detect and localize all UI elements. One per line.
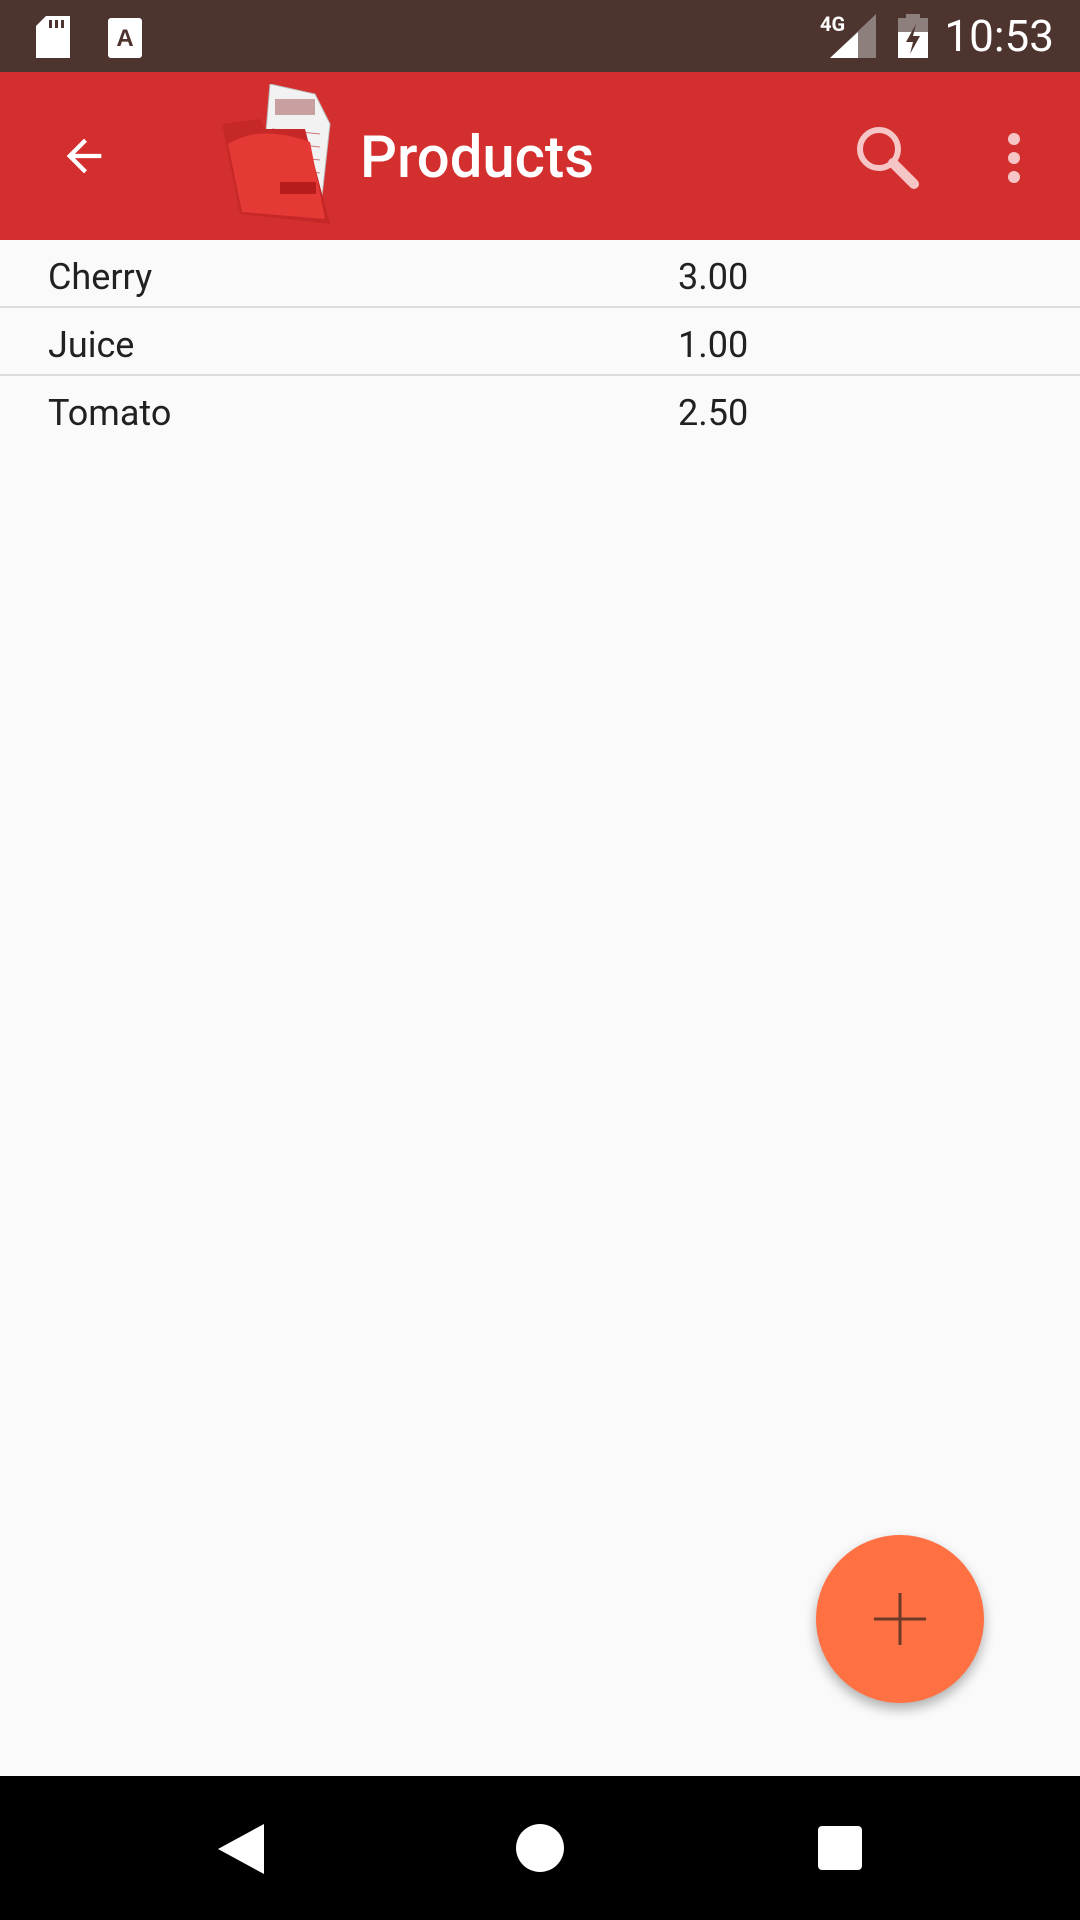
sd-card-icon xyxy=(36,16,70,58)
more-vert-icon[interactable] xyxy=(1004,132,1024,184)
signal-icon xyxy=(830,14,876,58)
app-logo xyxy=(222,84,331,224)
product-price: 3.00 xyxy=(678,256,749,298)
product-name: Cherry xyxy=(48,256,153,298)
back-triangle-icon[interactable] xyxy=(218,1824,264,1874)
page-title: Products xyxy=(360,124,595,192)
app-bar: Products xyxy=(0,72,1080,240)
list-item[interactable]: Juice 1.00 xyxy=(0,308,1080,376)
battery-charging-icon xyxy=(898,14,928,58)
product-price: 2.50 xyxy=(678,392,749,434)
svg-text:A: A xyxy=(116,25,133,52)
search-icon[interactable] xyxy=(852,122,922,192)
product-name: Tomato xyxy=(48,392,172,434)
recents-square-icon[interactable] xyxy=(818,1826,862,1870)
list-item[interactable]: Cherry 3.00 xyxy=(0,240,1080,308)
product-price: 1.00 xyxy=(678,324,749,366)
list-item[interactable]: Tomato 2.50 xyxy=(0,376,1080,444)
product-name: Juice xyxy=(48,324,135,366)
clock: 10:53 xyxy=(944,10,1054,62)
product-list: Cherry 3.00 Juice 1.00 Tomato 2.50 xyxy=(0,240,1080,444)
home-circle-icon[interactable] xyxy=(516,1824,564,1872)
add-product-button[interactable] xyxy=(816,1535,984,1703)
navigation-bar xyxy=(0,1776,1080,1920)
arrow-left-icon[interactable] xyxy=(58,130,110,182)
plus-icon xyxy=(874,1593,926,1645)
status-bar: A 4G 10:53 xyxy=(0,0,1080,72)
accessibility-icon: A xyxy=(108,18,142,58)
